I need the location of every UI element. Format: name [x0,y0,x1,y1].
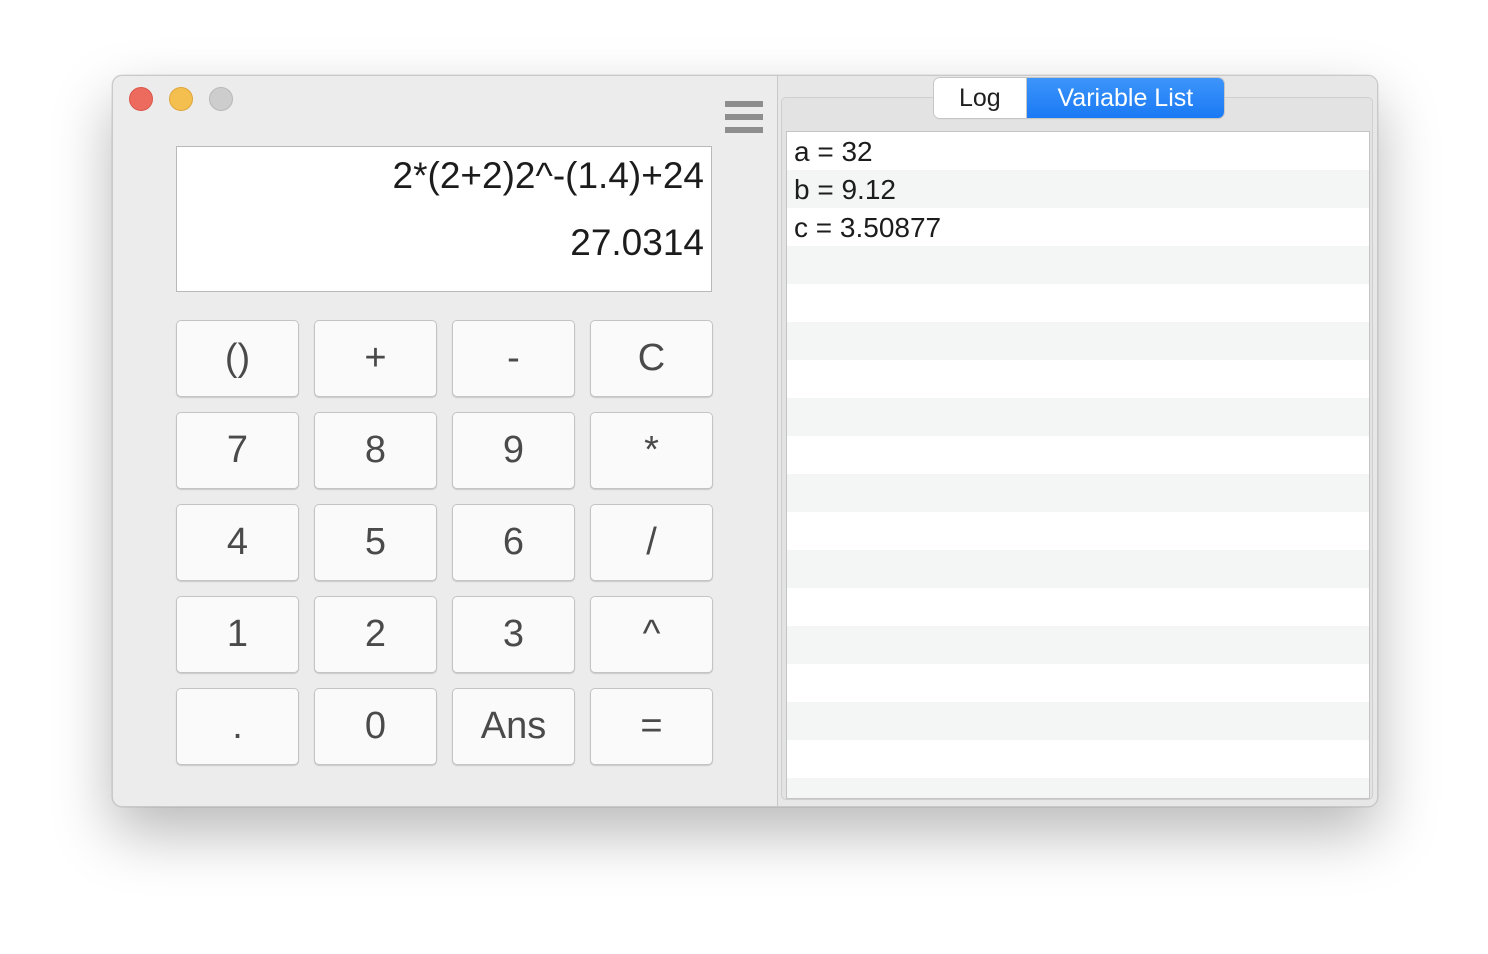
key-decimal-point[interactable]: . [176,688,299,765]
result-text: 27.0314 [570,222,704,263]
empty-row [787,550,1369,588]
side-panel: Log Variable List a = 32 b = 9.12 c = 3.50… [778,76,1377,806]
empty-row [787,626,1369,664]
empty-row [787,246,1369,284]
key-equals[interactable]: = [590,688,713,765]
key-9[interactable]: 9 [452,412,575,489]
key-6[interactable]: 6 [452,504,575,581]
calculator-window: 2*(2+2)2^-(1.4)+24 27.0314 () + - C 7 8 … [112,75,1378,807]
calculator-display: 2*(2+2)2^-(1.4)+24 27.0314 [176,146,712,292]
tab-switcher: Log Variable List [934,78,1224,118]
key-3[interactable]: 3 [452,596,575,673]
tab-variable-list[interactable]: Variable List [1026,78,1224,118]
empty-row [787,740,1369,778]
variable-row[interactable]: a = 32 [787,132,1369,170]
empty-row [787,284,1369,322]
key-5[interactable]: 5 [314,504,437,581]
key-ans[interactable]: Ans [452,688,575,765]
minimize-window-button[interactable] [169,87,193,111]
key-1[interactable]: 1 [176,596,299,673]
empty-row [787,778,1369,798]
key-multiply[interactable]: * [590,412,713,489]
close-window-button[interactable] [129,87,153,111]
key-2[interactable]: 2 [314,596,437,673]
tab-log[interactable]: Log [934,78,1027,118]
empty-row [787,512,1369,550]
empty-row [787,398,1369,436]
menu-bar-middle [725,114,763,120]
key-plus[interactable]: + [314,320,437,397]
menu-bar-top [725,101,763,107]
zoom-window-button[interactable] [209,87,233,111]
key-divide[interactable]: / [590,504,713,581]
variable-row[interactable]: c = 3.50877 [787,208,1369,246]
variable-list[interactable]: a = 32 b = 9.12 c = 3.50877 [786,131,1370,799]
key-clear[interactable]: C [590,320,713,397]
empty-row [787,664,1369,702]
empty-row [787,360,1369,398]
empty-row [787,474,1369,512]
variable-row[interactable]: b = 9.12 [787,170,1369,208]
key-parentheses[interactable]: () [176,320,299,397]
key-power[interactable]: ^ [590,596,713,673]
empty-row [787,702,1369,740]
key-8[interactable]: 8 [314,412,437,489]
key-7[interactable]: 7 [176,412,299,489]
key-minus[interactable]: - [452,320,575,397]
empty-row [787,322,1369,360]
empty-row [787,588,1369,626]
key-0[interactable]: 0 [314,688,437,765]
empty-row [787,436,1369,474]
hamburger-menu-icon[interactable] [725,101,763,135]
menu-bar-bottom [725,127,763,133]
key-4[interactable]: 4 [176,504,299,581]
expression-text: 2*(2+2)2^-(1.4)+24 [392,155,704,196]
